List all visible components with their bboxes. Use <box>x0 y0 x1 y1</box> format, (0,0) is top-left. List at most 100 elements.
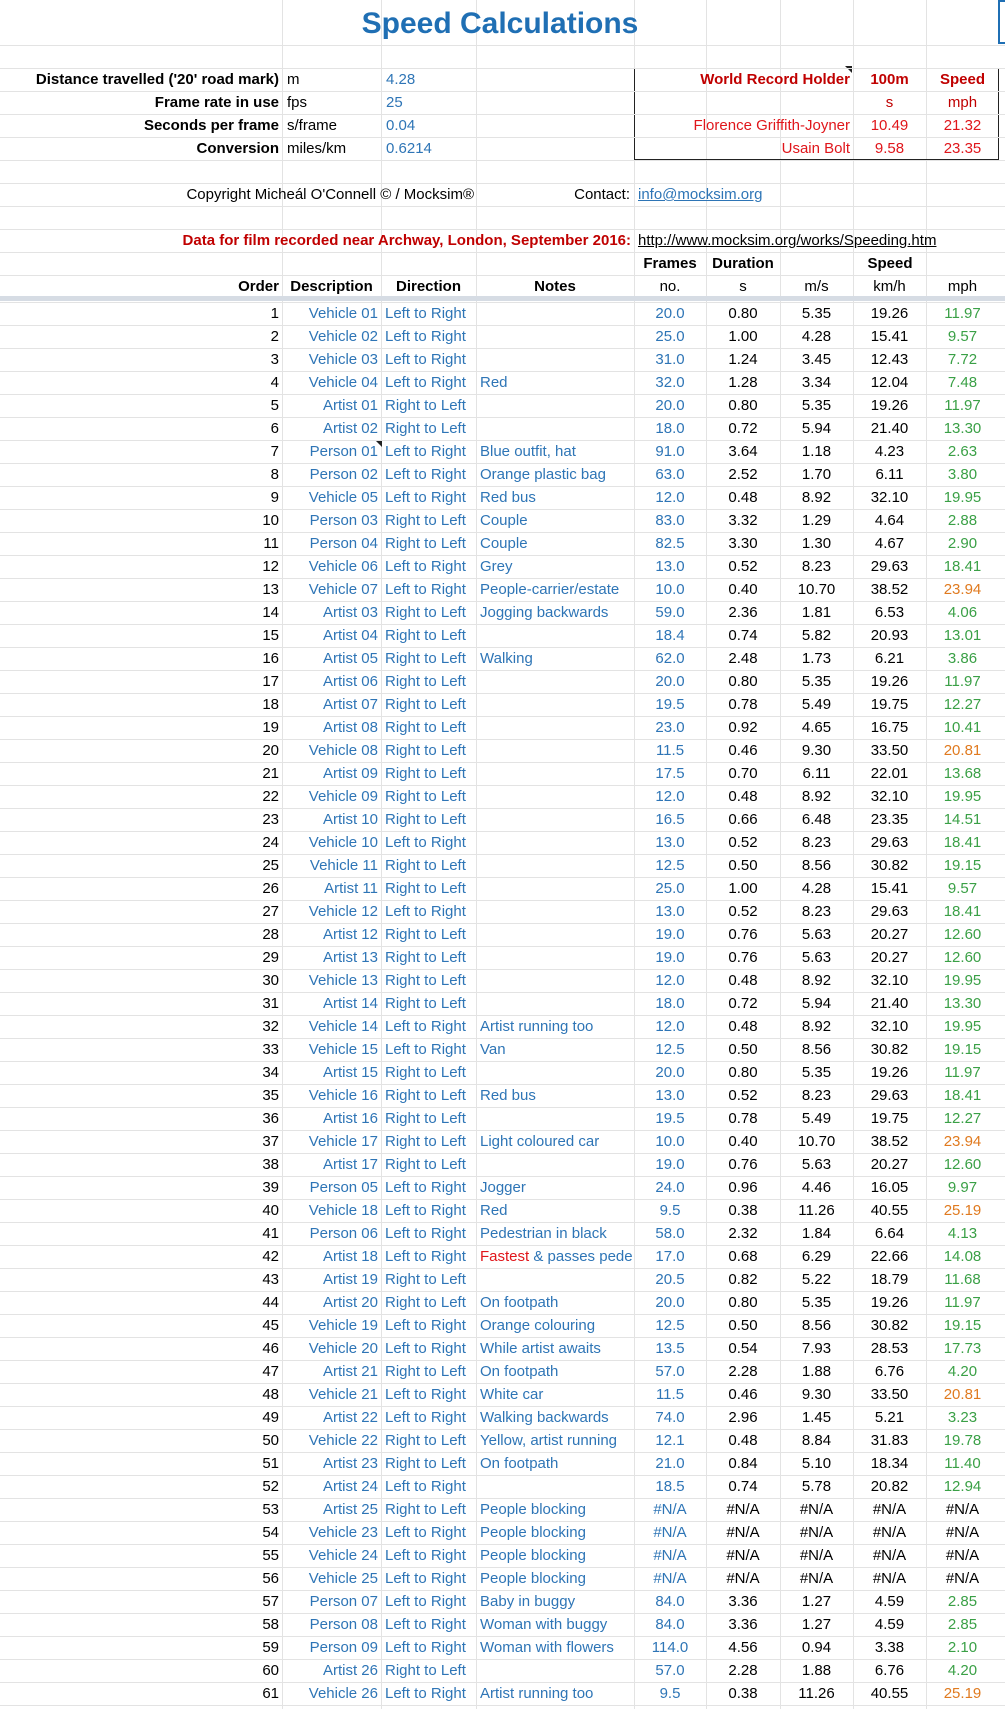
speed-kmh-cell[interactable]: 16.05 <box>853 1176 926 1199</box>
frames-cell[interactable]: 12.5 <box>634 1314 706 1337</box>
notes-cell[interactable] <box>480 417 634 440</box>
frames-cell[interactable]: 13.5 <box>634 1337 706 1360</box>
speed-mph-cell[interactable]: 4.13 <box>926 1222 999 1245</box>
order-cell[interactable]: 58 <box>150 1613 279 1636</box>
frames-cell[interactable]: #N/A <box>634 1544 706 1567</box>
speed-kmh-cell[interactable]: 22.66 <box>853 1245 926 1268</box>
speed-mph-cell[interactable]: 2.90 <box>926 532 999 555</box>
order-cell[interactable]: 60 <box>150 1659 279 1682</box>
notes-cell[interactable]: Walking backwards <box>480 1406 634 1429</box>
speed-mph-cell[interactable]: 12.60 <box>926 1153 999 1176</box>
speed-mph-cell[interactable]: 19.15 <box>926 1314 999 1337</box>
speed-mph-cell[interactable]: 2.85 <box>926 1613 999 1636</box>
direction-cell[interactable]: Right to Left <box>385 670 476 693</box>
speed-mph-cell[interactable]: 9.97 <box>926 1176 999 1199</box>
description-cell[interactable]: Artist 20 <box>282 1291 378 1314</box>
description-cell[interactable]: Artist 16 <box>282 1107 378 1130</box>
speed-ms-cell[interactable]: 5.49 <box>780 693 853 716</box>
speed-mph-cell[interactable]: 11.68 <box>926 1268 999 1291</box>
speed-ms-cell[interactable]: 1.84 <box>780 1222 853 1245</box>
duration-cell[interactable]: #N/A <box>706 1498 780 1521</box>
speed-ms-cell[interactable]: 5.63 <box>780 946 853 969</box>
notes-cell[interactable]: Woman with buggy <box>480 1613 634 1636</box>
description-cell[interactable]: Artist 21 <box>282 1360 378 1383</box>
speed-mph-cell[interactable]: #N/A <box>926 1567 999 1590</box>
order-cell[interactable]: 9 <box>150 486 279 509</box>
duration-cell[interactable]: 0.46 <box>706 739 780 762</box>
duration-cell[interactable]: 0.92 <box>706 716 780 739</box>
direction-cell[interactable]: Left to Right <box>385 1521 476 1544</box>
notes-cell[interactable]: Artist running too <box>480 1682 634 1705</box>
notes-cell[interactable] <box>480 1268 634 1291</box>
description-cell[interactable]: Vehicle 25 <box>282 1567 378 1590</box>
direction-cell[interactable]: Right to Left <box>385 624 476 647</box>
order-cell[interactable]: 22 <box>150 785 279 808</box>
duration-cell[interactable]: 0.68 <box>706 1245 780 1268</box>
description-cell[interactable]: Vehicle 06 <box>282 555 378 578</box>
speed-ms-cell[interactable]: 3.34 <box>780 371 853 394</box>
direction-cell[interactable]: Right to Left <box>385 1153 476 1176</box>
order-cell[interactable]: 15 <box>150 624 279 647</box>
frames-cell[interactable]: 9.5 <box>634 1682 706 1705</box>
speed-ms-cell[interactable]: 8.92 <box>780 785 853 808</box>
speed-mph-cell[interactable]: 2.85 <box>926 1590 999 1613</box>
speed-kmh-cell[interactable]: 3.38 <box>853 1636 926 1659</box>
speed-ms-cell[interactable]: 8.23 <box>780 831 853 854</box>
speed-kmh-cell[interactable]: 29.63 <box>853 555 926 578</box>
frames-cell[interactable]: 19.0 <box>634 923 706 946</box>
speed-kmh-cell[interactable]: 19.75 <box>853 1107 926 1130</box>
speed-kmh-cell[interactable]: #N/A <box>853 1521 926 1544</box>
speed-ms-cell[interactable]: 6.48 <box>780 808 853 831</box>
order-cell[interactable]: 13 <box>150 578 279 601</box>
direction-cell[interactable]: Right to Left <box>385 509 476 532</box>
speed-mph-cell[interactable]: 13.01 <box>926 624 999 647</box>
notes-cell[interactable] <box>480 946 634 969</box>
description-cell[interactable]: Artist 15 <box>282 1061 378 1084</box>
description-cell[interactable]: Artist 06 <box>282 670 378 693</box>
order-cell[interactable]: 48 <box>150 1383 279 1406</box>
order-cell[interactable]: 5 <box>150 394 279 417</box>
order-cell[interactable]: 14 <box>150 601 279 624</box>
order-cell[interactable]: 42 <box>150 1245 279 1268</box>
frames-cell[interactable]: 17.0 <box>634 1245 706 1268</box>
speed-ms-cell[interactable]: 1.27 <box>780 1613 853 1636</box>
speed-kmh-cell[interactable]: #N/A <box>853 1498 926 1521</box>
speed-ms-cell[interactable]: 8.56 <box>780 854 853 877</box>
notes-cell[interactable]: People blocking <box>480 1521 634 1544</box>
order-cell[interactable]: 44 <box>150 1291 279 1314</box>
speed-mph-cell[interactable]: 7.48 <box>926 371 999 394</box>
description-cell[interactable]: Artist 12 <box>282 923 378 946</box>
speed-mph-cell[interactable]: 19.95 <box>926 1015 999 1038</box>
duration-cell[interactable]: 0.48 <box>706 1015 780 1038</box>
notes-cell[interactable]: On footpath <box>480 1360 634 1383</box>
description-cell[interactable]: Person 08 <box>282 1613 378 1636</box>
description-cell[interactable]: Artist 19 <box>282 1268 378 1291</box>
notes-cell[interactable] <box>480 831 634 854</box>
duration-cell[interactable]: 1.00 <box>706 877 780 900</box>
direction-cell[interactable]: Left to Right <box>385 1176 476 1199</box>
speed-ms-cell[interactable]: 0.94 <box>780 1636 853 1659</box>
description-cell[interactable]: Vehicle 03 <box>282 348 378 371</box>
notes-cell[interactable]: While artist awaits <box>480 1337 634 1360</box>
speed-kmh-cell[interactable]: 19.75 <box>853 693 926 716</box>
notes-cell[interactable]: Jogging backwards <box>480 601 634 624</box>
order-cell[interactable]: 19 <box>150 716 279 739</box>
speed-kmh-cell[interactable]: 6.11 <box>853 463 926 486</box>
order-cell[interactable]: 26 <box>150 877 279 900</box>
description-cell[interactable]: Vehicle 17 <box>282 1130 378 1153</box>
order-cell[interactable]: 49 <box>150 1406 279 1429</box>
speed-ms-cell[interactable]: #N/A <box>780 1544 853 1567</box>
speed-ms-cell[interactable]: 8.23 <box>780 555 853 578</box>
frames-cell[interactable]: 17.5 <box>634 762 706 785</box>
description-cell[interactable]: Vehicle 20 <box>282 1337 378 1360</box>
description-cell[interactable]: Vehicle 18 <box>282 1199 378 1222</box>
duration-cell[interactable]: 0.80 <box>706 394 780 417</box>
direction-cell[interactable]: Left to Right <box>385 1199 476 1222</box>
speed-mph-cell[interactable]: 12.60 <box>926 923 999 946</box>
duration-cell[interactable]: 0.96 <box>706 1176 780 1199</box>
speed-kmh-cell[interactable]: 23.35 <box>853 808 926 831</box>
frames-cell[interactable]: 18.0 <box>634 992 706 1015</box>
order-cell[interactable]: 46 <box>150 1337 279 1360</box>
description-cell[interactable]: Artist 01 <box>282 394 378 417</box>
duration-cell[interactable]: 0.76 <box>706 1153 780 1176</box>
